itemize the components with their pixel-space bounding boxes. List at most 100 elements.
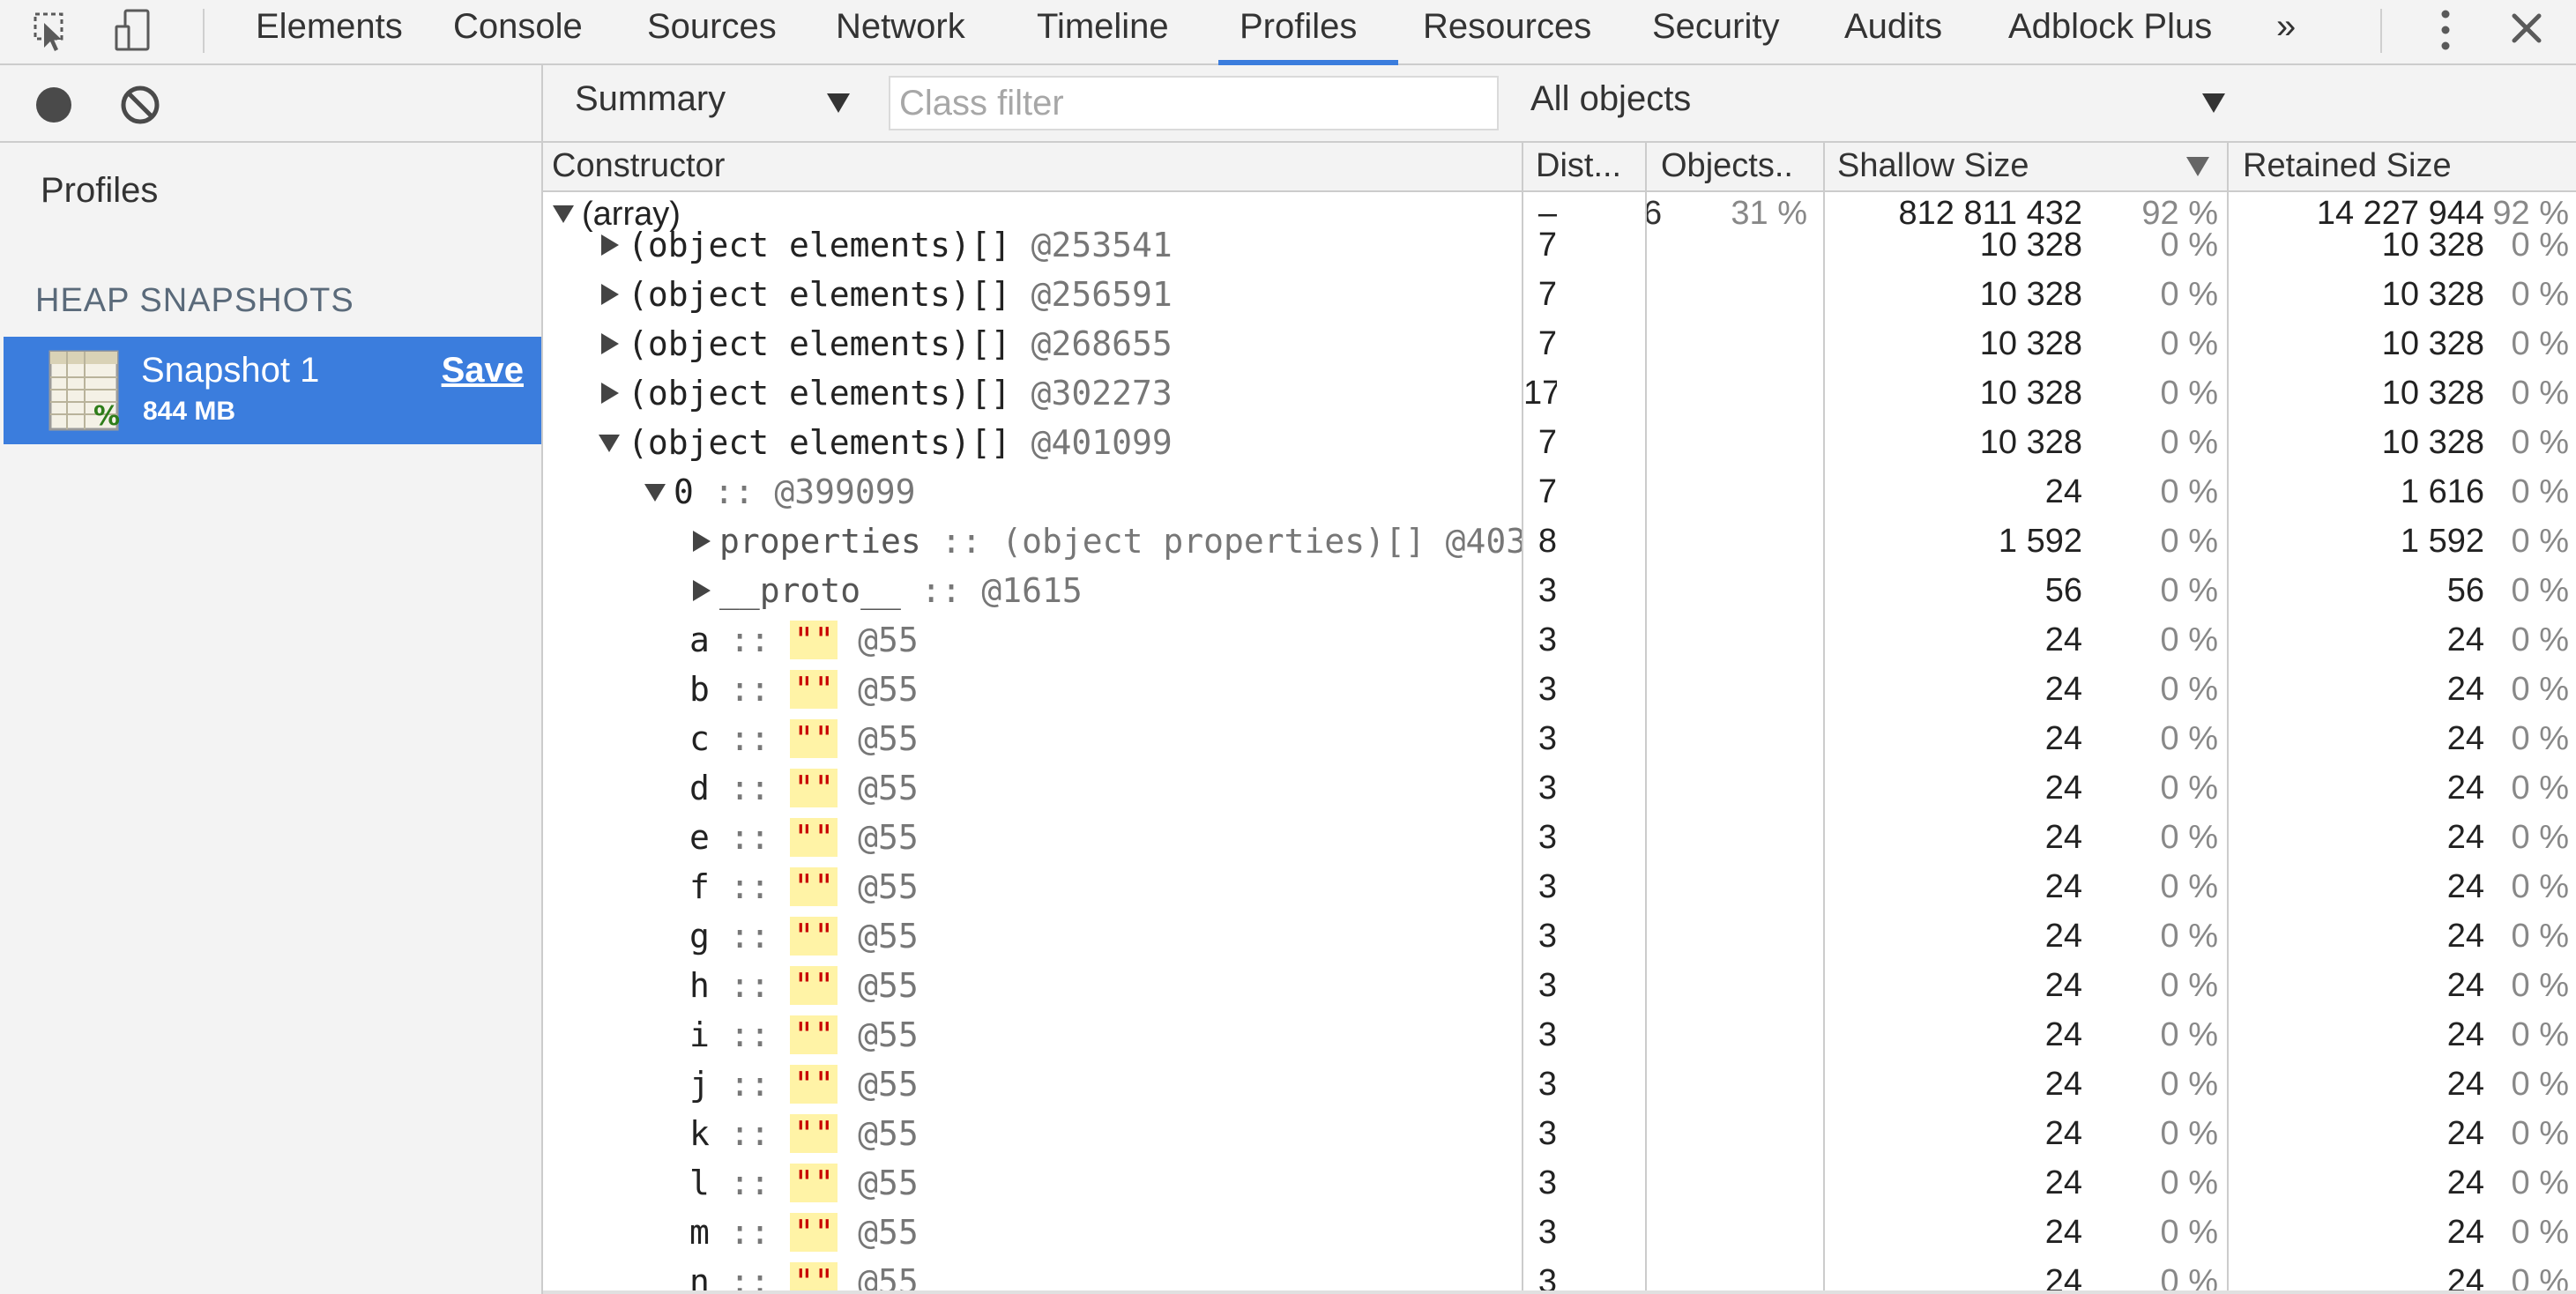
device-mode-icon[interactable] bbox=[104, 5, 157, 55]
constructor-name: i bbox=[689, 1015, 710, 1054]
retained-percent-cell: 0 % bbox=[2511, 473, 2569, 510]
grid-row[interactable]: 0 :: @399099 7 24 0 % 1 616 0 % bbox=[543, 467, 2576, 517]
constructor-name: d bbox=[689, 769, 710, 807]
tab-console[interactable]: Console bbox=[453, 0, 583, 63]
snapshot-item[interactable]: % Snapshot 1 844 MB Save bbox=[4, 337, 541, 444]
collapsed-triangle-icon[interactable] bbox=[598, 283, 621, 306]
objects-filter-select[interactable]: All objects bbox=[1530, 79, 1691, 119]
vertical-ellipsis-icon[interactable] bbox=[2419, 5, 2472, 55]
grid-row[interactable]: (object elements)[] @268655 7 10 328 0 % 10 … bbox=[543, 319, 2576, 368]
tab-security[interactable]: Security bbox=[1652, 0, 1780, 63]
collapsed-triangle-icon[interactable] bbox=[598, 382, 621, 405]
constructor-cell: g :: "" @55 bbox=[543, 911, 1522, 961]
shallow-percent-cell: 0 % bbox=[2160, 276, 2218, 313]
column-retained-size[interactable]: Retained Size bbox=[2243, 143, 2569, 190]
grid-row[interactable]: e :: "" @55 3 24 0 % 24 0 % bbox=[543, 813, 2576, 862]
shallow-percent-cell: 0 % bbox=[2160, 424, 2218, 461]
distance-cell: 7 bbox=[1537, 325, 1557, 362]
shallow-size-cell: 1 592 bbox=[1998, 523, 2082, 560]
collapsed-triangle-icon[interactable] bbox=[689, 530, 712, 553]
grid-row[interactable]: __proto__ :: @1615 3 56 0 % 56 0 % bbox=[543, 566, 2576, 615]
close-icon[interactable] bbox=[2500, 5, 2553, 55]
retained-percent-cell: 0 % bbox=[2511, 1115, 2569, 1152]
objects-percent-cell bbox=[1656, 1109, 1807, 1158]
object-id: @401099 bbox=[1031, 423, 1173, 462]
grid-column-header: Constructor Dist... Objects.. Shallow Si… bbox=[543, 143, 2576, 192]
grid-row[interactable]: d :: "" @55 3 24 0 % 24 0 % bbox=[543, 763, 2576, 813]
grid-row[interactable]: n :: "" @55 3 24 0 % 24 0 % bbox=[543, 1257, 2576, 1294]
grid-row[interactable]: g :: "" @55 3 24 0 % 24 0 % bbox=[543, 911, 2576, 961]
tab-sources[interactable]: Sources bbox=[647, 0, 777, 63]
shallow-size-cell: 10 328 bbox=[1979, 276, 2082, 313]
tab-network[interactable]: Network bbox=[836, 0, 965, 63]
objects-percent-cell bbox=[1656, 1060, 1807, 1109]
expanded-triangle-icon[interactable] bbox=[644, 480, 666, 503]
grid-row[interactable]: l :: "" @55 3 24 0 % 24 0 % bbox=[543, 1158, 2576, 1208]
retained-percent-cell: 0 % bbox=[2511, 720, 2569, 757]
distance-cell: 3 bbox=[1537, 1164, 1557, 1201]
tab-timeline[interactable]: Timeline bbox=[1037, 0, 1169, 63]
collapsed-triangle-icon[interactable] bbox=[598, 332, 621, 355]
grid-row[interactable]: j :: "" @55 3 24 0 % 24 0 % bbox=[543, 1060, 2576, 1109]
constructor-name: k bbox=[689, 1114, 710, 1153]
column-constructor[interactable]: Constructor bbox=[552, 143, 1513, 190]
shallow-percent-cell: 0 % bbox=[2160, 967, 2218, 1004]
retained-percent-cell: 0 % bbox=[2511, 1016, 2569, 1053]
dropdown-caret-icon[interactable] bbox=[825, 92, 852, 115]
grid-row[interactable]: k :: "" @55 3 24 0 % 24 0 % bbox=[543, 1109, 2576, 1158]
dropdown-caret-icon[interactable] bbox=[2200, 92, 2227, 115]
record-icon[interactable] bbox=[32, 83, 76, 127]
grid-row[interactable]: (object elements)[] @302273 17 10 328 0 % 10… bbox=[543, 368, 2576, 418]
grid-row[interactable]: i :: "" @55 3 24 0 % 24 0 % bbox=[543, 1010, 2576, 1060]
retained-size-cell: 10 328 bbox=[2381, 276, 2484, 313]
object-id: @55 bbox=[858, 1015, 919, 1054]
shallow-size-cell: 24 bbox=[2044, 720, 2082, 757]
constructor-name: 0 bbox=[674, 472, 694, 511]
grid-row[interactable]: m :: "" @55 3 24 0 % 24 0 % bbox=[543, 1208, 2576, 1257]
object-id: @55 bbox=[858, 867, 919, 906]
inspect-element-icon[interactable] bbox=[21, 5, 74, 55]
tab-adblock-plus[interactable]: Adblock Plus bbox=[2008, 0, 2212, 63]
column-objects-count[interactable]: Objects.. bbox=[1661, 143, 1818, 190]
sidebar-toolbar bbox=[0, 65, 541, 143]
column-distance[interactable]: Dist... bbox=[1536, 143, 1654, 190]
clear-icon[interactable] bbox=[118, 83, 162, 127]
object-id: @1615 bbox=[981, 571, 1083, 610]
tab-elements[interactable]: Elements bbox=[256, 0, 403, 63]
tab-profiles[interactable]: Profiles bbox=[1240, 0, 1357, 63]
shallow-percent-cell: 0 % bbox=[2160, 621, 2218, 658]
column-divider bbox=[1823, 143, 1825, 1294]
grid-row[interactable]: c :: "" @55 3 24 0 % 24 0 % bbox=[543, 714, 2576, 763]
grid-row[interactable]: f :: "" @55 3 24 0 % 24 0 % bbox=[543, 862, 2576, 911]
retained-size-cell: 24 bbox=[2446, 819, 2484, 856]
expanded-triangle-icon[interactable] bbox=[598, 431, 621, 454]
class-filter-input[interactable] bbox=[889, 76, 1499, 130]
distance-cell: 3 bbox=[1537, 621, 1557, 658]
grid-row[interactable]: b :: "" @55 3 24 0 % 24 0 % bbox=[543, 665, 2576, 714]
column-shallow-size[interactable]: Shallow Size bbox=[1837, 143, 2172, 190]
heap-snapshot-icon: % bbox=[48, 349, 120, 432]
perspective-select[interactable]: Summary bbox=[575, 79, 726, 119]
retained-size-cell: 10 328 bbox=[2381, 375, 2484, 412]
save-snapshot-link[interactable]: Save bbox=[442, 351, 524, 390]
constructor-name: (object elements)[] bbox=[628, 423, 1011, 462]
tab-audits[interactable]: Audits bbox=[1844, 0, 1942, 63]
more-tabs-button[interactable]: » bbox=[2276, 0, 2296, 53]
distance-cell: 3 bbox=[1537, 671, 1557, 708]
shallow-percent-cell: 0 % bbox=[2160, 375, 2218, 412]
object-id: @55 bbox=[858, 670, 919, 709]
retained-size-cell: 24 bbox=[2446, 671, 2484, 708]
grid-row[interactable]: properties :: (object properties)[] @403… bbox=[543, 517, 2576, 566]
grid-row[interactable]: (object elements)[] @253541 7 10 328 0 % 10 … bbox=[543, 220, 2576, 270]
grid-row[interactable]: a :: "" @55 3 24 0 % 24 0 % bbox=[543, 615, 2576, 665]
collapsed-triangle-icon[interactable] bbox=[598, 234, 621, 257]
grid-row[interactable]: h :: "" @55 3 24 0 % 24 0 % bbox=[543, 961, 2576, 1010]
grid-row[interactable]: (object elements)[] @401099 7 10 328 0 % 10 … bbox=[543, 418, 2576, 467]
edge-separator: :: bbox=[709, 1114, 791, 1153]
objects-percent-cell bbox=[1656, 517, 1807, 566]
tab-resources[interactable]: Resources bbox=[1423, 0, 1591, 63]
collapsed-triangle-icon[interactable] bbox=[689, 579, 712, 602]
shallow-percent-cell: 0 % bbox=[2160, 720, 2218, 757]
grid-row[interactable]: (object elements)[] @256591 7 10 328 0 % 10 … bbox=[543, 270, 2576, 319]
objects-percent-cell bbox=[1656, 319, 1807, 368]
